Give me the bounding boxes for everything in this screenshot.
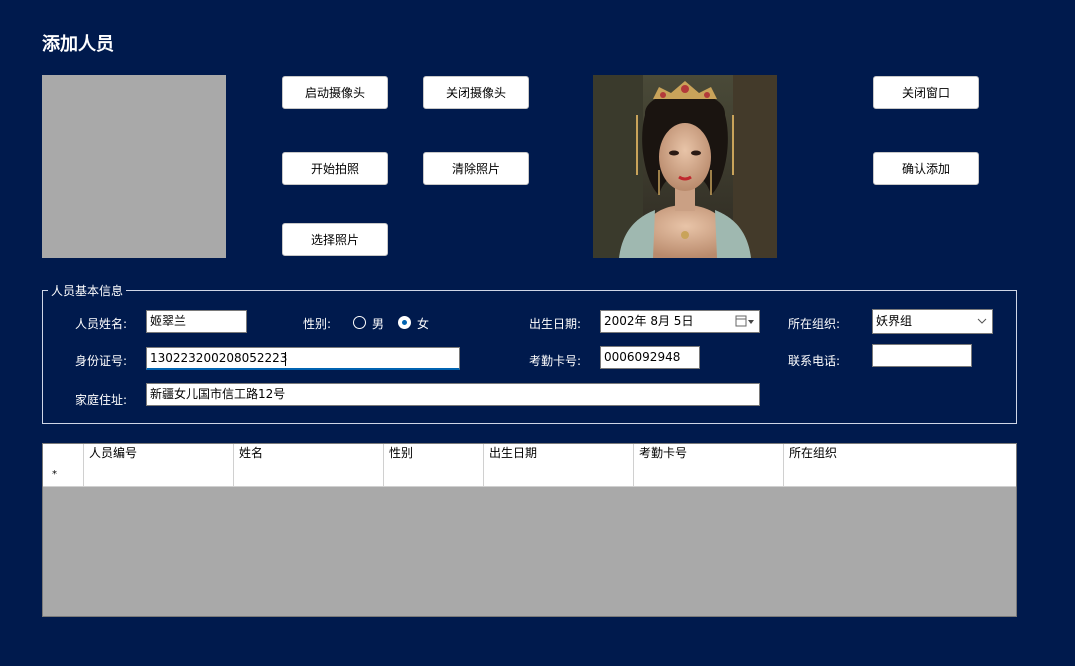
start-camera-button[interactable]: 启动摄像头 — [282, 76, 388, 109]
gender-label: 性别: — [303, 317, 332, 331]
table-cell[interactable] — [84, 463, 234, 486]
page-title: 添加人员 — [42, 34, 114, 55]
column-header-birth[interactable]: 出生日期 — [484, 444, 634, 463]
choose-photo-button[interactable]: 选择照片 — [282, 223, 388, 256]
text-cursor-icon — [285, 352, 286, 366]
birth-date-picker[interactable]: 2002年 8月 5日 — [600, 310, 760, 333]
name-label: 人员姓名: — [75, 317, 128, 331]
gender-female-radio[interactable] — [398, 316, 411, 329]
id-number-field[interactable]: 130223200208052223 — [146, 347, 460, 370]
column-header-id[interactable]: 人员编号 — [84, 444, 234, 463]
column-header-org[interactable]: 所在组织 — [784, 444, 1016, 463]
take-photo-button[interactable]: 开始拍照 — [282, 152, 388, 185]
close-camera-button[interactable]: 关闭摄像头 — [423, 76, 529, 109]
birth-date-value: 2002年 8月 5日 — [604, 314, 694, 328]
new-row-marker: * — [43, 463, 84, 486]
table-header: 人员编号 姓名 性别 出生日期 考勤卡号 所在组织 — [43, 444, 1016, 464]
person-table[interactable]: 人员编号 姓名 性别 出生日期 考勤卡号 所在组织 * — [42, 443, 1017, 617]
confirm-add-button[interactable]: 确认添加 — [873, 152, 979, 185]
table-row[interactable]: * — [43, 463, 1016, 487]
org-select[interactable]: 妖界组 — [872, 309, 993, 334]
column-header-name[interactable]: 姓名 — [234, 444, 384, 463]
id-label: 身份证号: — [75, 354, 128, 368]
attendance-card-field[interactable]: 0006092948 — [600, 346, 700, 369]
gender-female-label: 女 — [417, 317, 430, 331]
org-select-value: 妖界组 — [876, 314, 913, 328]
person-photo — [593, 75, 777, 258]
table-cell[interactable] — [484, 463, 634, 486]
clear-photo-button[interactable]: 清除照片 — [423, 152, 529, 185]
table-cell[interactable] — [234, 463, 384, 486]
address-label: 家庭住址: — [75, 393, 128, 407]
address-field[interactable]: 新疆女儿国市信工路12号 — [146, 383, 760, 406]
row-header-corner — [43, 444, 84, 463]
birth-label: 出生日期: — [529, 317, 582, 331]
org-label: 所在组织: — [788, 317, 841, 331]
column-header-gender[interactable]: 性别 — [384, 444, 484, 463]
card-label: 考勤卡号: — [529, 354, 582, 368]
close-window-button[interactable]: 关闭窗口 — [873, 76, 979, 109]
basic-info-group-title: 人员基本信息 — [48, 282, 127, 299]
chevron-down-icon — [976, 310, 988, 333]
gender-male-radio[interactable] — [353, 316, 366, 329]
name-field[interactable]: 姬翠兰 — [146, 310, 247, 333]
gender-male-label: 男 — [372, 317, 385, 331]
table-cell[interactable] — [784, 463, 1016, 486]
phone-field[interactable] — [872, 344, 972, 367]
table-cell[interactable] — [634, 463, 784, 486]
column-header-card[interactable]: 考勤卡号 — [634, 444, 784, 463]
calendar-dropdown-icon[interactable] — [734, 311, 756, 332]
phone-label: 联系电话: — [788, 354, 841, 368]
camera-preview — [42, 75, 226, 258]
table-cell[interactable] — [384, 463, 484, 486]
